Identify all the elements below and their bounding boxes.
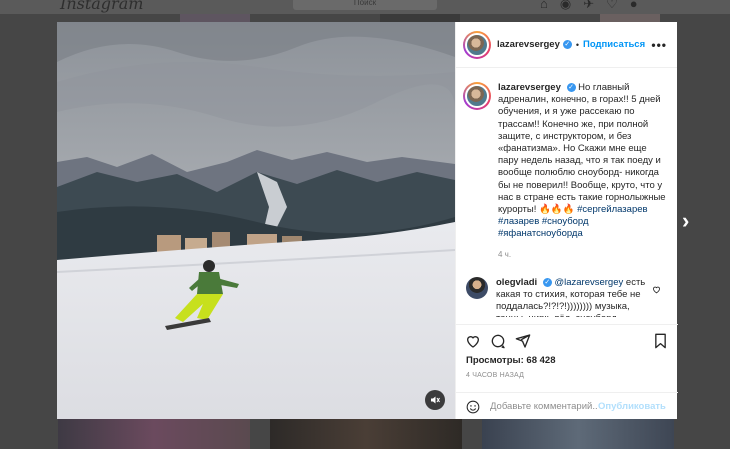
background-thumb bbox=[380, 14, 460, 22]
caption-username[interactable]: lazarevsergey bbox=[498, 82, 561, 93]
view-count[interactable]: Просмотры: 68 428 bbox=[456, 349, 678, 366]
post-modal: lazarevsergey ✓ • Подписаться ••• lazare… bbox=[57, 22, 678, 419]
mute-icon[interactable] bbox=[425, 390, 445, 410]
verified-icon: ✓ bbox=[542, 277, 552, 287]
more-options-icon[interactable]: ••• bbox=[651, 38, 667, 52]
post-caption: lazarevsergey ✓ Но главный адреналин, ко… bbox=[463, 82, 669, 261]
instagram-logo: Instagram bbox=[60, 0, 144, 13]
background-nav-icons: ⌂◉✈♡● bbox=[540, 0, 650, 11]
post-video[interactable] bbox=[57, 22, 455, 419]
background-thumb bbox=[600, 14, 660, 22]
background-search: Поиск bbox=[293, 0, 437, 10]
avatar[interactable] bbox=[463, 30, 491, 59]
separator: • bbox=[575, 39, 580, 50]
avatar[interactable] bbox=[463, 82, 491, 110]
share-icon[interactable] bbox=[515, 333, 531, 349]
publish-button[interactable]: Опубликовать bbox=[598, 401, 666, 412]
caption-time: 4 ч. bbox=[498, 249, 512, 259]
comment-username[interactable]: olegvladi bbox=[496, 277, 537, 288]
snowboard-scene bbox=[57, 22, 455, 419]
bookmark-icon[interactable] bbox=[653, 333, 668, 354]
avatar[interactable] bbox=[466, 276, 488, 299]
comment-mention[interactable]: @lazarevsergey bbox=[554, 277, 623, 288]
add-comment-bar: Опубликовать bbox=[456, 392, 678, 420]
heart-icon[interactable] bbox=[465, 333, 481, 349]
post-header: lazarevsergey ✓ • Подписаться ••• bbox=[456, 22, 677, 68]
post-sidebar: lazarevsergey ✓ • Подписаться ••• lazare… bbox=[455, 22, 678, 419]
background-thumb bbox=[180, 14, 250, 22]
emoji-icon[interactable] bbox=[466, 400, 480, 414]
post-actions: Просмотры: 68 428 4 ЧАСОВ НАЗАД Опублико… bbox=[456, 324, 678, 419]
verified-icon: ✓ bbox=[562, 40, 572, 49]
heart-icon[interactable] bbox=[652, 281, 661, 299]
chevron-right-icon[interactable]: › bbox=[682, 208, 698, 234]
background-thumb bbox=[58, 417, 250, 449]
post-timestamp[interactable]: 4 ЧАСОВ НАЗАД bbox=[456, 366, 678, 379]
comment-item: olegvladi ✓ @lazarevsergey есть какая то… bbox=[463, 276, 669, 317]
verified-icon: ✓ bbox=[566, 82, 576, 92]
caption-text: Но главный адреналин, конечно, в горах!!… bbox=[498, 82, 666, 216]
comment-input[interactable] bbox=[490, 401, 598, 412]
comments-area[interactable]: lazarevsergey ✓ Но главный адреналин, ко… bbox=[456, 68, 677, 317]
background-thumb bbox=[270, 417, 462, 449]
post-username[interactable]: lazarevsergey bbox=[497, 39, 560, 50]
background-header: Instagram Поиск ⌂◉✈♡● bbox=[0, 0, 730, 14]
comment-icon[interactable] bbox=[490, 333, 506, 349]
follow-button[interactable]: Подписаться bbox=[583, 39, 645, 50]
background-thumb bbox=[482, 417, 674, 449]
